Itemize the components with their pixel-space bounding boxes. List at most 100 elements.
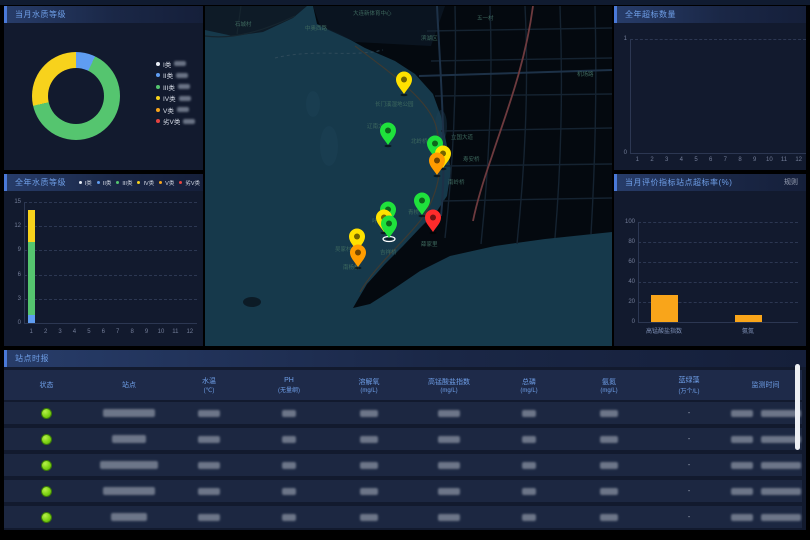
y-axis-tick: 100 [621,219,635,225]
status-ok-icon [41,434,52,445]
map-place-label: 南岭桥 [448,178,465,186]
annual-grade-chart[interactable]: 03691215123456789101112 [4,174,203,346]
x-axis-tick: 4 [680,157,683,163]
map-place-label: 滨湖区 [421,34,438,42]
gridline [24,226,197,227]
legend-item[interactable]: II类 [156,70,195,82]
table-row: - [4,480,802,502]
map[interactable]: 石城村大连新体育中心中奥西路滨湖区五一村机场路长门溪湿地公园辽南大学北岭桥立国大… [205,6,612,346]
annual-exceed-chart[interactable]: 01123456789101112 [614,6,806,170]
legend-dot-icon [156,108,160,112]
panel-station-table: 站点时报 状态站点水温(℃)PH(无量纲)溶解氧(mg/L)高锰酸盐指数(mg/… [4,350,806,530]
x-axis-tick: 2 [44,329,47,335]
table-row: - [4,506,802,528]
x-axis-tick: 11 [172,329,178,335]
value-redacted [522,514,536,521]
value-cell [169,514,249,521]
value-redacted [282,462,296,469]
algae-value: - [688,462,690,469]
algae-cell: - [649,436,729,443]
table-row: - [4,454,802,476]
algae-cell: - [649,514,729,521]
map-place-label: 薛家里 [421,240,438,248]
panel-title: 当月水质等级 [15,6,66,23]
value-cell [569,436,649,443]
rate-bar[interactable] [735,315,762,322]
value-redacted [198,436,220,443]
legend-label: I类 [163,59,171,69]
map-place-label: 五一村 [477,14,494,22]
pin-hole [386,221,392,227]
value-cell [249,514,329,521]
y-axis-line [630,39,631,153]
pin-shadow [385,145,392,148]
map-place-label: 机场路 [577,70,594,78]
value-cell [329,514,409,521]
y-axis-line [24,202,25,323]
legend-item[interactable]: I类 [156,58,195,70]
exceed-rate-chart[interactable]: 020406080100高锰酸盐指数氨氮 [614,174,806,346]
stacked-bar-segment[interactable] [28,242,35,315]
value-cell [569,514,649,521]
legend-item[interactable]: III类 [156,81,195,93]
gridline [638,222,798,223]
value-cell [409,410,489,417]
station-name-redacted [103,409,155,417]
legend-item[interactable]: 劣V类 [156,116,195,128]
value-cell [489,488,569,495]
x-axis-tick: 10 [766,157,773,163]
legend-item[interactable]: V类 [156,104,195,116]
x-axis-tick: 6 [709,157,712,163]
y-axis-tick: 40 [621,279,635,285]
table-row: - [4,428,802,450]
value-cell [329,436,409,443]
rate-bar[interactable] [651,295,678,322]
y-axis-line [638,222,639,322]
donut-hole [48,68,104,124]
legend-value-redacted [174,61,186,66]
gridline [638,262,798,263]
x-axis-line [638,322,798,323]
map-place-label: 石城村 [235,20,252,28]
value-cell [489,462,569,469]
status-cell [4,486,89,497]
value-redacted [438,514,460,521]
algae-value: - [688,488,690,495]
x-axis-tick: 11 [781,157,787,163]
table-scrollbar[interactable] [795,364,800,450]
table-row: - [4,402,802,424]
x-axis-tick: 7 [116,329,119,335]
legend-value-redacted [176,73,188,78]
map-place-label: 吴家村 [335,245,352,253]
map-shallow [306,91,320,117]
value-redacted [282,488,296,495]
pin-hole [385,128,391,134]
status-ok-icon [41,408,52,419]
value-redacted [600,410,618,417]
legend-item[interactable]: IV类 [156,93,195,105]
pin-hole [419,198,425,204]
legend-label: 劣V类 [163,116,180,126]
table-body: - - - - - [4,350,806,530]
y-axis-tick: 3 [7,296,21,302]
y-axis-tick: 12 [7,223,21,229]
value-cell [569,462,649,469]
pin-shadow [401,94,408,97]
value-cell [329,488,409,495]
pin-hole [354,234,360,240]
time-clock-redacted [761,514,801,521]
x-axis-tick: 5 [87,329,90,335]
map-place-label: 寿安桥 [463,155,480,163]
panel-month-water-grade: 当月水质等级 I类II类III类IV类V类劣V类 [4,6,203,170]
station-cell [89,487,169,495]
value-redacted [522,462,536,469]
station-pin-green[interactable] [381,216,397,242]
x-axis-tick: 10 [158,329,165,335]
stacked-bar-segment[interactable] [28,210,35,242]
map-place-label: 长门溪湿地公园 [375,100,414,108]
y-axis-tick: 1 [614,36,627,42]
stacked-bar-segment[interactable] [28,315,35,323]
legend-dot-icon [156,119,160,123]
gridline [24,250,197,251]
map-canvas[interactable]: 石城村大连新体育中心中奥西路滨湖区五一村机场路长门溪湿地公园辽南大学北岭桥立国大… [205,6,612,346]
